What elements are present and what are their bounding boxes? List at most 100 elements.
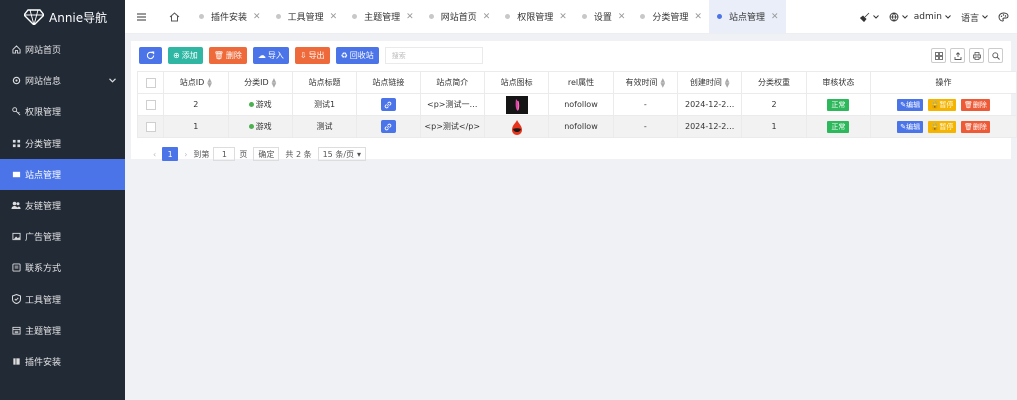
sidebar-item-permissions[interactable]: 权限管理 [0, 96, 125, 127]
sidebar-item-ads[interactable]: 广告管理 [0, 221, 125, 252]
tab-tools[interactable]: 工具管理 ✕ [268, 0, 345, 33]
tab-settings[interactable]: 设置 ✕ [574, 0, 633, 33]
delete-button[interactable]: 🗑 删除 [208, 47, 247, 64]
cell-weight: 1 [741, 115, 807, 138]
sidebar-item-sites[interactable]: 站点管理 [0, 158, 125, 190]
page-size-value: 15 条/页 [322, 149, 355, 159]
refresh-button[interactable] [139, 47, 162, 64]
cell-intro: <p>测试一… [419, 93, 485, 116]
home-icon [11, 45, 21, 55]
sidebar-item-tools[interactable]: 工具管理 [0, 284, 125, 315]
row-delete-button[interactable]: 🗑删除 [960, 120, 990, 133]
trash-icon: 🗑 [963, 122, 973, 131]
row-select-cell [136, 93, 165, 116]
sort-icon[interactable]: ▲ ▼ [725, 77, 730, 88]
sidebar-item-themes[interactable]: 主题管理 [0, 315, 125, 346]
next-page-button[interactable]: › [184, 150, 187, 159]
table-row[interactable]: 1 游戏 测试 <p>测试</p> nofollow - 2024-12-2… … [136, 115, 1017, 138]
close-icon[interactable]: ✕ [483, 12, 491, 22]
theme-settings-button[interactable] [993, 12, 1017, 22]
current-page-button[interactable]: 1 [162, 147, 179, 161]
language-dropdown[interactable]: 语言 [956, 11, 993, 24]
suspend-button[interactable]: 🔒暂停 [927, 98, 957, 111]
link-button[interactable] [380, 120, 396, 133]
suspend-button[interactable]: 🔒暂停 [927, 120, 957, 133]
tab-label: 插件安装 [211, 13, 248, 23]
sidebar-item-label: 联系方式 [25, 264, 62, 275]
username: admin [913, 12, 942, 22]
goto-label: 到第 [193, 149, 210, 159]
cell-weight: 2 [741, 93, 807, 116]
tab-themes[interactable]: 主题管理 ✕ [344, 0, 421, 33]
close-icon[interactable]: ✕ [559, 12, 567, 22]
recycle-bin-button[interactable]: ♻ 回收站 [335, 47, 379, 64]
export-button[interactable]: ⇩ 导出 [294, 47, 330, 64]
close-icon[interactable]: ✕ [618, 12, 626, 22]
brand-logo[interactable]: Annie导航 [0, 0, 125, 34]
close-icon[interactable]: ✕ [406, 12, 414, 22]
row-select-cell [136, 115, 165, 138]
sort-icon[interactable]: ▲ ▼ [661, 77, 666, 88]
sidebar-item-site-info[interactable]: 网站信息 [0, 65, 125, 96]
columns-button[interactable] [931, 48, 946, 63]
sidebar-item-home[interactable]: 网站首页 [0, 34, 125, 65]
header-label: 分类权重 [758, 78, 791, 87]
gear-icon [11, 76, 21, 86]
sort-icon[interactable]: ▲ ▼ [207, 77, 212, 88]
sidebar-item-friend-links[interactable]: 友链管理 [0, 190, 125, 221]
row-checkbox[interactable] [145, 99, 156, 110]
close-icon[interactable]: ✕ [253, 12, 261, 22]
palette-icon [998, 12, 1009, 22]
header-label: 站点链接 [372, 78, 405, 87]
cell-icon [483, 115, 550, 138]
tab-dot-icon [275, 14, 281, 19]
tab-plugins[interactable]: 插件安装 ✕ [191, 0, 268, 33]
tab-home[interactable]: 网站首页 ✕ [421, 0, 498, 33]
search-input[interactable]: 搜索 [384, 47, 483, 64]
sort-icon[interactable]: ▲ ▼ [272, 77, 277, 88]
sidebar-item-contact[interactable]: 联系方式 [0, 252, 125, 283]
tab-label: 权限管理 [517, 13, 554, 23]
edit-button[interactable]: ✎编辑 [897, 98, 924, 111]
menu-icon [136, 12, 146, 21]
header-status: 审核状态 [805, 71, 872, 94]
link-button[interactable] [380, 98, 396, 111]
row-delete-button[interactable]: 🗑删除 [960, 98, 990, 111]
user-menu[interactable]: admin [884, 12, 956, 22]
import-button[interactable]: ☁ 导入 [252, 47, 289, 64]
row-checkbox[interactable] [145, 121, 156, 132]
header-valid-time[interactable]: 有效时间 ▲ ▼ [612, 71, 679, 94]
site-thumbnail-icon[interactable] [505, 95, 528, 114]
header-category-id[interactable]: 分类ID ▲ ▼ [227, 71, 293, 94]
close-icon[interactable]: ✕ [694, 12, 702, 22]
tab-categories[interactable]: 分类管理 ✕ [632, 0, 709, 33]
add-button[interactable]: ⊕ 添加 [168, 47, 203, 64]
search-toggle-button[interactable] [988, 48, 1003, 63]
print-button[interactable] [969, 48, 984, 63]
table-row[interactable]: 2 游戏 测试1 <p>测试一… nofollow - 2024-12-2… 2… [136, 93, 1017, 116]
header-label: 审核状态 [822, 78, 855, 87]
tab-permissions[interactable]: 权限管理 ✕ [497, 0, 574, 33]
tab-sites[interactable]: 站点管理 ✕ [708, 0, 786, 33]
edit-button[interactable]: ✎编辑 [897, 120, 924, 133]
export-table-button[interactable] [950, 48, 965, 63]
clear-cache-dropdown[interactable] [855, 12, 884, 22]
cell-title: 测试 [291, 115, 358, 138]
menu-toggle-button[interactable] [125, 0, 157, 33]
header-site-id[interactable]: 站点ID ▲ ▼ [163, 71, 229, 94]
select-all-checkbox[interactable] [145, 77, 156, 88]
window-icon [11, 169, 21, 179]
close-icon[interactable]: ✕ [771, 12, 779, 22]
header-created-time[interactable]: 创建时间 ▲ ▼ [677, 71, 743, 94]
page-number-input[interactable]: 1 [213, 147, 236, 161]
confirm-page-button[interactable]: 确定 [253, 147, 280, 161]
site-thumbnail-icon[interactable] [506, 118, 528, 136]
close-icon[interactable]: ✕ [330, 12, 338, 22]
export-button-label: 导出 [308, 51, 325, 60]
page-size-select[interactable]: 15 条/页 ▾ [317, 147, 367, 161]
sidebar-item-categories[interactable]: 分类管理 [0, 128, 125, 159]
prev-page-button[interactable]: ‹ [153, 150, 156, 159]
sidebar-item-plugins[interactable]: 插件安装 [0, 346, 125, 377]
home-tab-button[interactable] [157, 0, 191, 33]
header-site-title: 站点标题 [291, 71, 358, 94]
